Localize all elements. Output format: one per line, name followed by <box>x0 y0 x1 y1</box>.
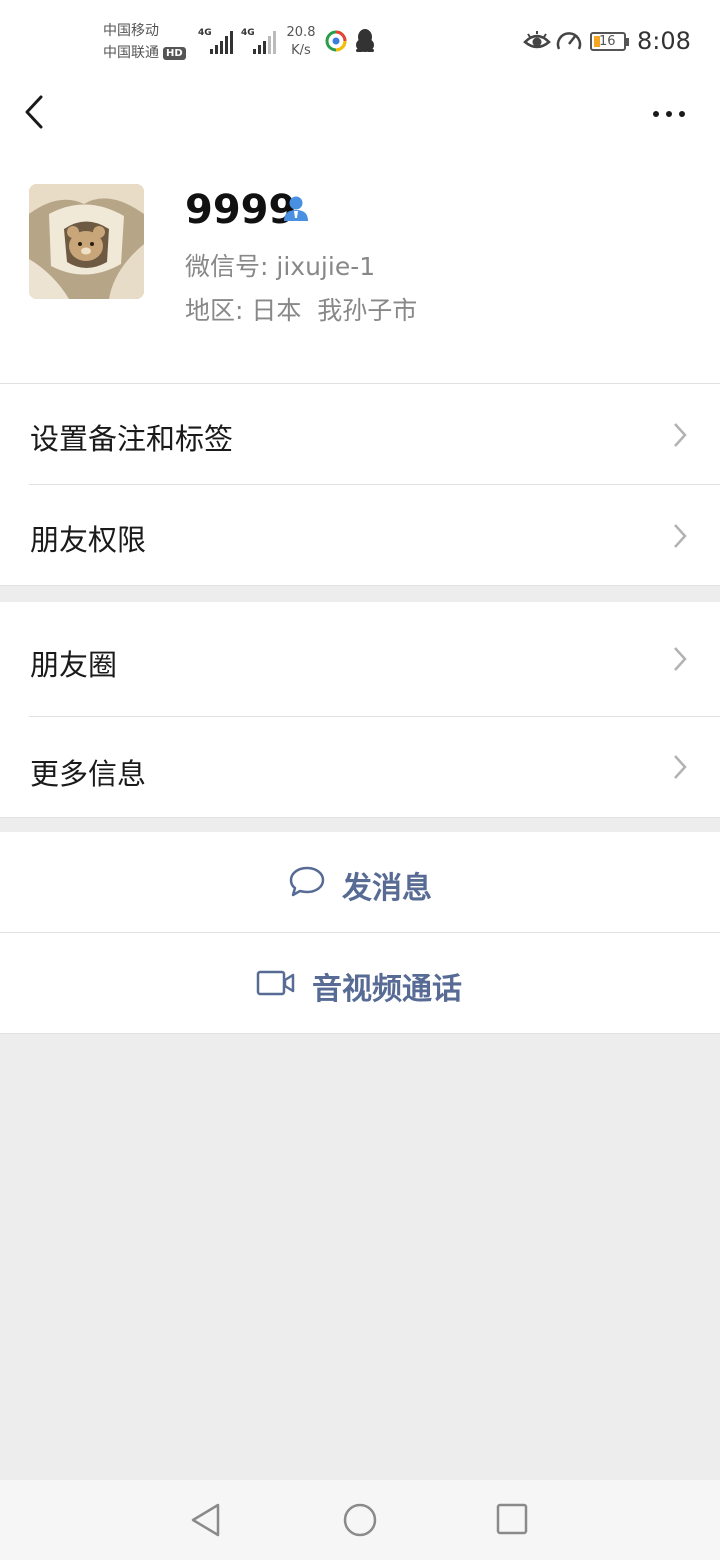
hd-badge: HD <box>163 46 186 60</box>
signal-2-icon: 4G <box>241 28 277 54</box>
send-message-button[interactable]: 发消息 <box>0 832 720 932</box>
wechat-id: 微信号: jixujie-1 <box>185 252 376 281</box>
set-remark-tags-row[interactable]: 设置备注和标签 <box>0 384 720 484</box>
net-speed: 20.8 K/s <box>286 25 316 58</box>
nav-back-icon[interactable] <box>189 1502 223 1538</box>
divider <box>0 585 720 586</box>
user-icon <box>284 196 308 221</box>
eye-icon <box>523 31 551 49</box>
region: 地区: 日本 我孙子市 <box>185 296 418 325</box>
profile-header: 9999 微信号: jixujie-1 地区: 日本 我孙子市 <box>0 80 720 384</box>
row-label: 设置备注和标签 <box>30 422 234 456</box>
chevron-left-icon[interactable] <box>22 94 52 130</box>
moments-row[interactable]: 朋友圈 <box>0 602 720 716</box>
qq-penguin-icon <box>356 29 374 52</box>
chevron-right-icon <box>674 423 687 447</box>
menu-group-1: 设置备注和标签 朋友权限 <box>0 383 720 586</box>
row-label: 更多信息 <box>30 757 147 791</box>
signal-1-icon: 4G <box>198 28 234 54</box>
battery-icon: 16 <box>590 32 629 51</box>
chat-bubble-icon <box>289 866 325 897</box>
clock: 8:08 <box>637 27 691 55</box>
status-bar: 中国移动 中国联通 HD 4G 4G 20.8 K/s 16 8:08 <box>0 0 720 80</box>
video-camera-icon <box>256 970 295 996</box>
carrier-1: 中国移动 <box>103 23 159 39</box>
avatar-image <box>29 184 144 299</box>
chevron-right-icon <box>674 647 687 671</box>
battery-level: 16 <box>599 34 616 49</box>
speed-gauge-icon <box>556 32 582 50</box>
more-dots-icon[interactable] <box>648 102 690 126</box>
browser-app-icon <box>325 30 347 52</box>
contact-name: 9999 <box>185 187 297 233</box>
menu-group-2: 朋友圈 更多信息 <box>0 602 720 818</box>
carrier-2: 中国联通 <box>103 45 159 61</box>
chevron-right-icon <box>674 524 687 548</box>
friend-permissions-row[interactable]: 朋友权限 <box>0 485 720 585</box>
row-label: 朋友圈 <box>30 648 118 682</box>
more-info-row[interactable]: 更多信息 <box>0 717 720 817</box>
chevron-right-icon <box>674 755 687 779</box>
row-label: 朋友权限 <box>30 523 147 557</box>
send-message-label: 发消息 <box>342 871 432 906</box>
system-nav-bar <box>0 1480 720 1560</box>
avatar[interactable] <box>29 184 144 299</box>
nav-home-icon[interactable] <box>342 1502 378 1538</box>
divider <box>0 817 720 818</box>
nav-recents-icon[interactable] <box>495 1502 529 1536</box>
video-call-label: 音视频通话 <box>312 972 462 1007</box>
video-call-button[interactable]: 音视频通话 <box>0 933 720 1033</box>
divider <box>0 1033 720 1034</box>
carrier-info: 中国移动 中国联通 HD <box>103 20 186 64</box>
